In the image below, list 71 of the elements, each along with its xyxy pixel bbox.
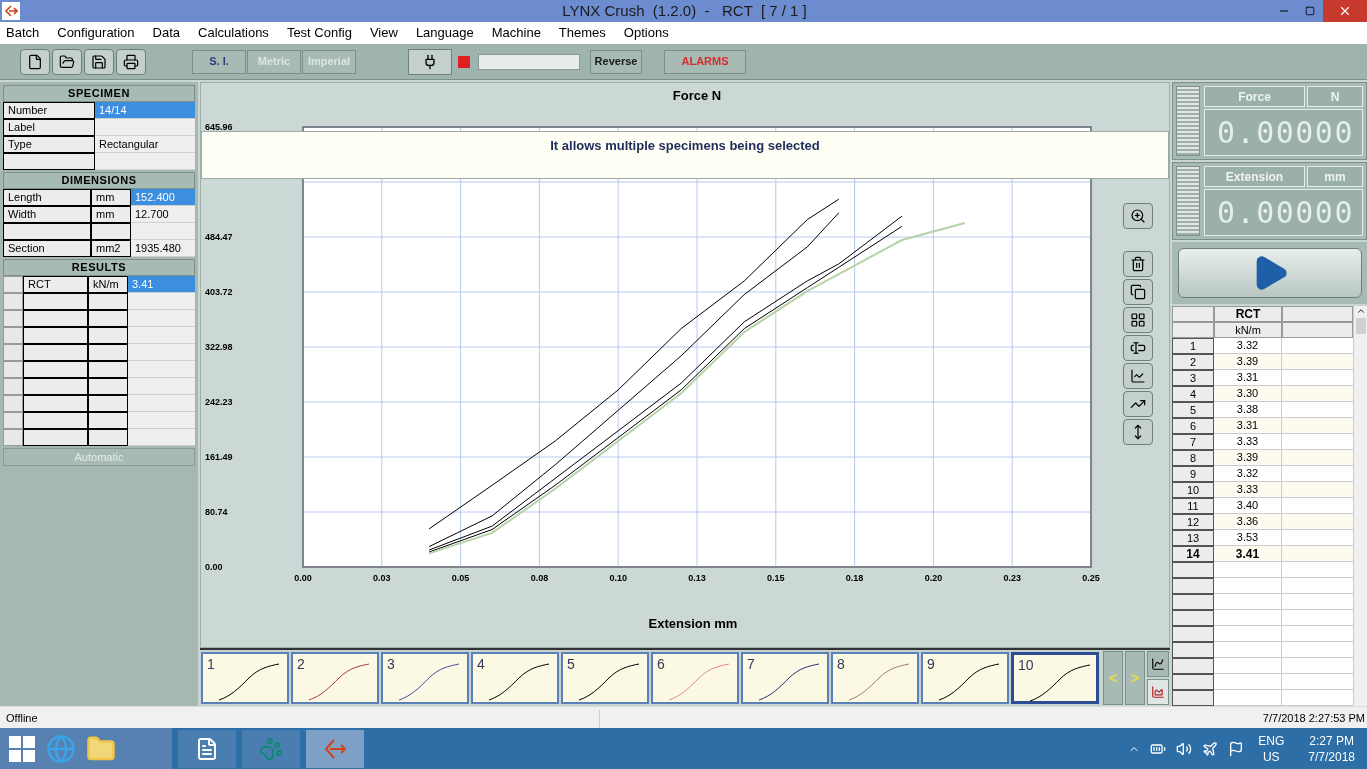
field-label: Width <box>3 206 91 223</box>
thumbnail-number: 7 <box>747 655 755 674</box>
thumbnail-number: 6 <box>657 655 665 674</box>
row-number: 2 <box>1172 354 1214 370</box>
thumbnail-number: 2 <box>297 655 305 674</box>
y-tick-label: 80.74 <box>205 507 228 517</box>
row-number: 6 <box>1172 418 1214 434</box>
row-number: 5 <box>1172 402 1214 418</box>
x-tick-label: 0.25 <box>1082 573 1100 583</box>
readout-unit: mm <box>1307 166 1363 187</box>
tooltip: It allows multiple specimens being selected <box>201 131 1169 179</box>
x-tick-label: 0.13 <box>688 573 706 583</box>
window-title: LYNX Crush (1.2.0) - RCT [ 7 / 1 ] <box>562 0 807 21</box>
row-number: 3 <box>1172 370 1214 386</box>
section-header: RESULTS <box>3 259 195 276</box>
readout-display: 0.00000 <box>1204 189 1363 236</box>
section-header: DIMENSIONS <box>3 172 195 189</box>
field-label: Length <box>3 189 91 206</box>
y-tick-label: 484.47 <box>205 232 233 242</box>
thumbnail-number: 9 <box>927 655 935 674</box>
thumbnail-number: 4 <box>477 655 485 674</box>
y-tick-label: 0.00 <box>205 562 223 572</box>
thumbnail-number: 10 <box>1018 656 1034 675</box>
x-tick-label: 0.08 <box>530 573 549 583</box>
y-tick-label: 403.72 <box>205 287 233 297</box>
column-unit: kN/m <box>1214 322 1282 338</box>
y-tick-label: 322.98 <box>205 342 233 352</box>
x-axis-title: Extension mm <box>648 616 738 631</box>
y-tick-label: 242.23 <box>205 397 233 407</box>
thumbnail-number: 3 <box>387 655 395 674</box>
readout-label: Extension <box>1204 166 1305 187</box>
field-label: RCT <box>23 276 88 293</box>
row-number: 8 <box>1172 450 1214 466</box>
row-number: 14 <box>1172 546 1214 562</box>
row-number: 4 <box>1172 386 1214 402</box>
row-number: 1 <box>1172 338 1214 354</box>
row-number: 10 <box>1172 482 1214 498</box>
field-label: Type <box>3 136 95 153</box>
table-cell: 3.41 <box>1214 546 1282 562</box>
x-tick-label: 0.03 <box>373 573 391 583</box>
unit-cell: mm2 <box>91 240 131 257</box>
x-tick-label: 0.18 <box>845 573 864 583</box>
field-label: Section <box>3 240 91 257</box>
thumbnail-number: 8 <box>837 655 845 674</box>
row-number: 7 <box>1172 434 1214 450</box>
x-tick-label: 0.00 <box>294 573 312 583</box>
chart-title: Force N <box>672 88 722 103</box>
readout-unit: N <box>1307 86 1363 107</box>
row-number: 9 <box>1172 466 1214 482</box>
row-number: 13 <box>1172 530 1214 546</box>
x-tick-label: 0.05 <box>451 573 470 583</box>
column-header: RCT <box>1214 306 1282 322</box>
readout-label: Force <box>1204 86 1305 107</box>
row-number: 11 <box>1172 498 1214 514</box>
thumbnail-number: 1 <box>207 655 215 674</box>
field-label: Number <box>3 102 95 119</box>
x-tick-label: 0.23 <box>1003 573 1021 583</box>
section-header: SPECIMEN <box>3 85 195 102</box>
y-tick-label: 645.96 <box>205 122 233 132</box>
unit-cell: kN/m <box>88 276 128 293</box>
field-label: Label <box>3 119 95 136</box>
readout-display: 0.00000 <box>1204 109 1363 156</box>
unit-cell: mm <box>91 206 131 223</box>
y-tick-label: 161.49 <box>205 452 233 462</box>
x-tick-label: 0.10 <box>609 573 627 583</box>
status-timestamp: 7/7/2018 2:27:53 PM <box>1262 711 1366 726</box>
row-number: 12 <box>1172 514 1214 530</box>
x-tick-label: 0.15 <box>767 573 785 583</box>
unit-cell: mm <box>91 189 131 206</box>
x-tick-label: 0.20 <box>924 573 943 583</box>
thumbnail-number: 5 <box>567 655 575 674</box>
